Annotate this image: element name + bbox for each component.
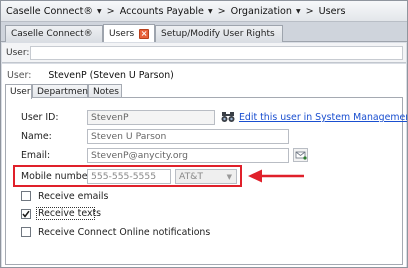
email-icon[interactable]	[293, 148, 308, 162]
tab-users[interactable]: Users ×	[103, 24, 155, 42]
name-label: Name:	[21, 131, 52, 142]
tab-label: Notes	[93, 86, 119, 97]
red-arrow-icon	[248, 169, 304, 183]
email-field[interactable]: StevenP@anycity.org	[87, 148, 289, 163]
email-label: Email:	[21, 150, 51, 161]
breadcrumb-separator: >	[305, 5, 314, 17]
receive-texts-checkbox[interactable]	[21, 209, 31, 219]
tab-user[interactable]: User	[5, 84, 32, 99]
current-user-value: StevenP (Steven U Parson)	[48, 70, 174, 81]
user-form: User ID: StevenP Edit this user in Syste…	[5, 97, 407, 265]
breadcrumb-separator: >	[217, 5, 226, 17]
breadcrumb-separator: >	[106, 5, 115, 17]
user-id-label: User ID:	[21, 112, 59, 123]
tab-caselle-connect[interactable]: Caselle Connect®	[5, 25, 103, 42]
dropdown-triangle-icon[interactable]: ▼	[296, 8, 301, 15]
breadcrumb-item-users[interactable]: Users	[319, 6, 346, 17]
name-field[interactable]: Steven U Parson	[87, 129, 289, 144]
checkmark-icon	[22, 210, 30, 218]
user-search-input[interactable]	[30, 45, 403, 60]
breadcrumb-label: Accounts Payable	[119, 5, 204, 17]
receive-emails-checkbox[interactable]	[21, 191, 31, 201]
tab-departments[interactable]: Departments	[32, 84, 96, 98]
window-frame: Caselle Connect® ▼ > Accounts Payable ▼ …	[0, 0, 408, 268]
edit-user-link[interactable]: Edit this user in System Management	[239, 112, 407, 123]
current-user-label: User:	[7, 70, 32, 81]
breadcrumb: Caselle Connect® ▼ > Accounts Payable ▼ …	[1, 1, 407, 22]
breadcrumb-item-accounts-payable[interactable]: Accounts Payable ▼	[120, 6, 216, 17]
dropdown-triangle-icon[interactable]: ▼	[97, 8, 102, 15]
tab-label: Caselle Connect®	[11, 29, 93, 39]
breadcrumb-label: Users	[318, 5, 346, 17]
mobile-number-label: Mobile number:	[21, 171, 95, 182]
tab-label: User	[10, 87, 31, 97]
user-id-field[interactable]: StevenP	[87, 110, 215, 125]
carrier-value: AT&T	[179, 171, 203, 182]
receive-emails-label: Receive emails	[38, 191, 109, 202]
carrier-select[interactable]: AT&T ▼	[175, 169, 237, 184]
user-detail-panel: User: StevenP (Steven U Parson) User Dep…	[2, 64, 407, 267]
window-tab-strip: Caselle Connect® Users × Setup/Modify Us…	[1, 22, 407, 42]
tab-label: Setup/Modify User Rights	[161, 29, 275, 39]
binoculars-icon[interactable]	[220, 110, 235, 124]
chevron-down-icon: ▼	[226, 173, 232, 181]
receive-connect-online-checkbox[interactable]	[21, 227, 31, 237]
close-icon[interactable]: ×	[139, 28, 149, 39]
tab-label: Users	[109, 28, 135, 39]
breadcrumb-label: Caselle Connect®	[6, 5, 94, 17]
receive-connect-online-label: Receive Connect Online notifications	[38, 227, 211, 238]
mobile-number-field[interactable]: 555-555-5555	[87, 169, 171, 184]
user-search-bar: User:	[2, 43, 406, 63]
user-search-label: User:	[6, 47, 30, 58]
breadcrumb-item-caselle-connect[interactable]: Caselle Connect® ▼	[6, 6, 105, 17]
breadcrumb-label: Organization	[230, 5, 292, 17]
dropdown-triangle-icon[interactable]: ▼	[208, 8, 213, 15]
receive-texts-label: Receive texts	[38, 208, 102, 219]
breadcrumb-item-organization[interactable]: Organization ▼	[231, 6, 304, 17]
tab-setup-modify-user-rights[interactable]: Setup/Modify User Rights	[155, 25, 283, 42]
current-user-line: User: StevenP (Steven U Parson)	[7, 70, 174, 81]
tab-notes[interactable]: Notes	[88, 84, 122, 98]
